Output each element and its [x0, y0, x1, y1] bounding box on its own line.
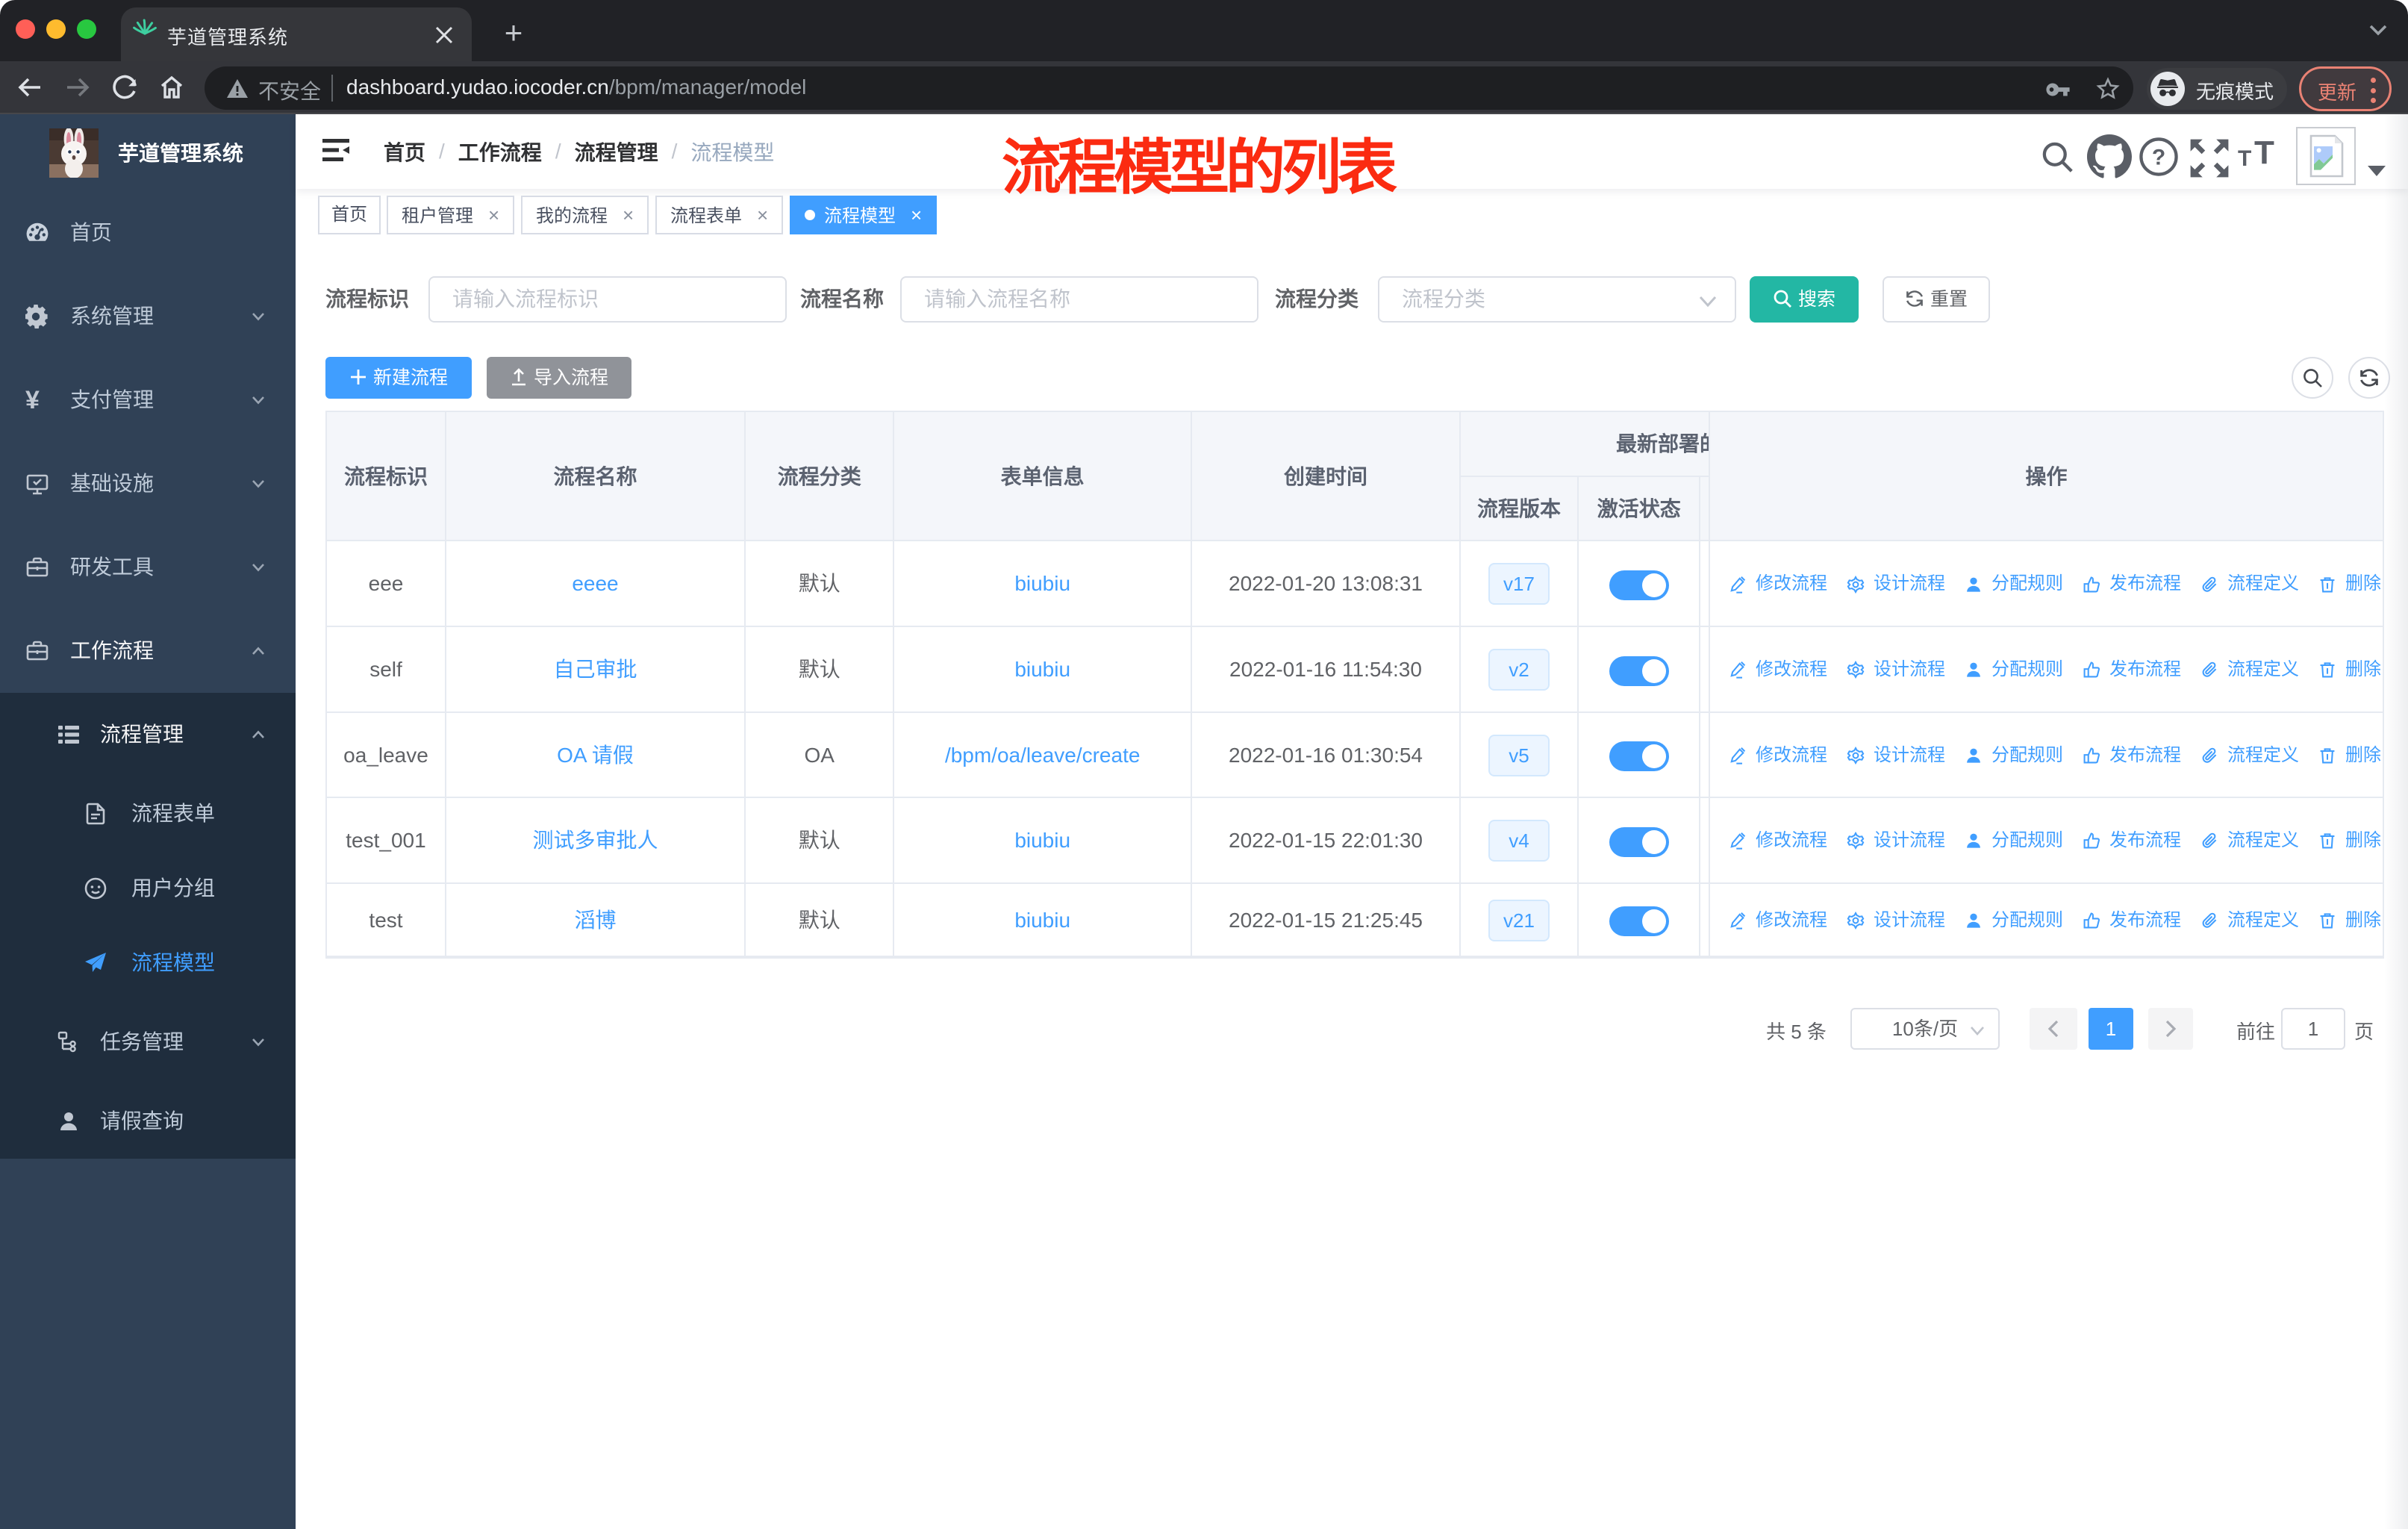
svg-text:?: ? [2152, 146, 2165, 170]
